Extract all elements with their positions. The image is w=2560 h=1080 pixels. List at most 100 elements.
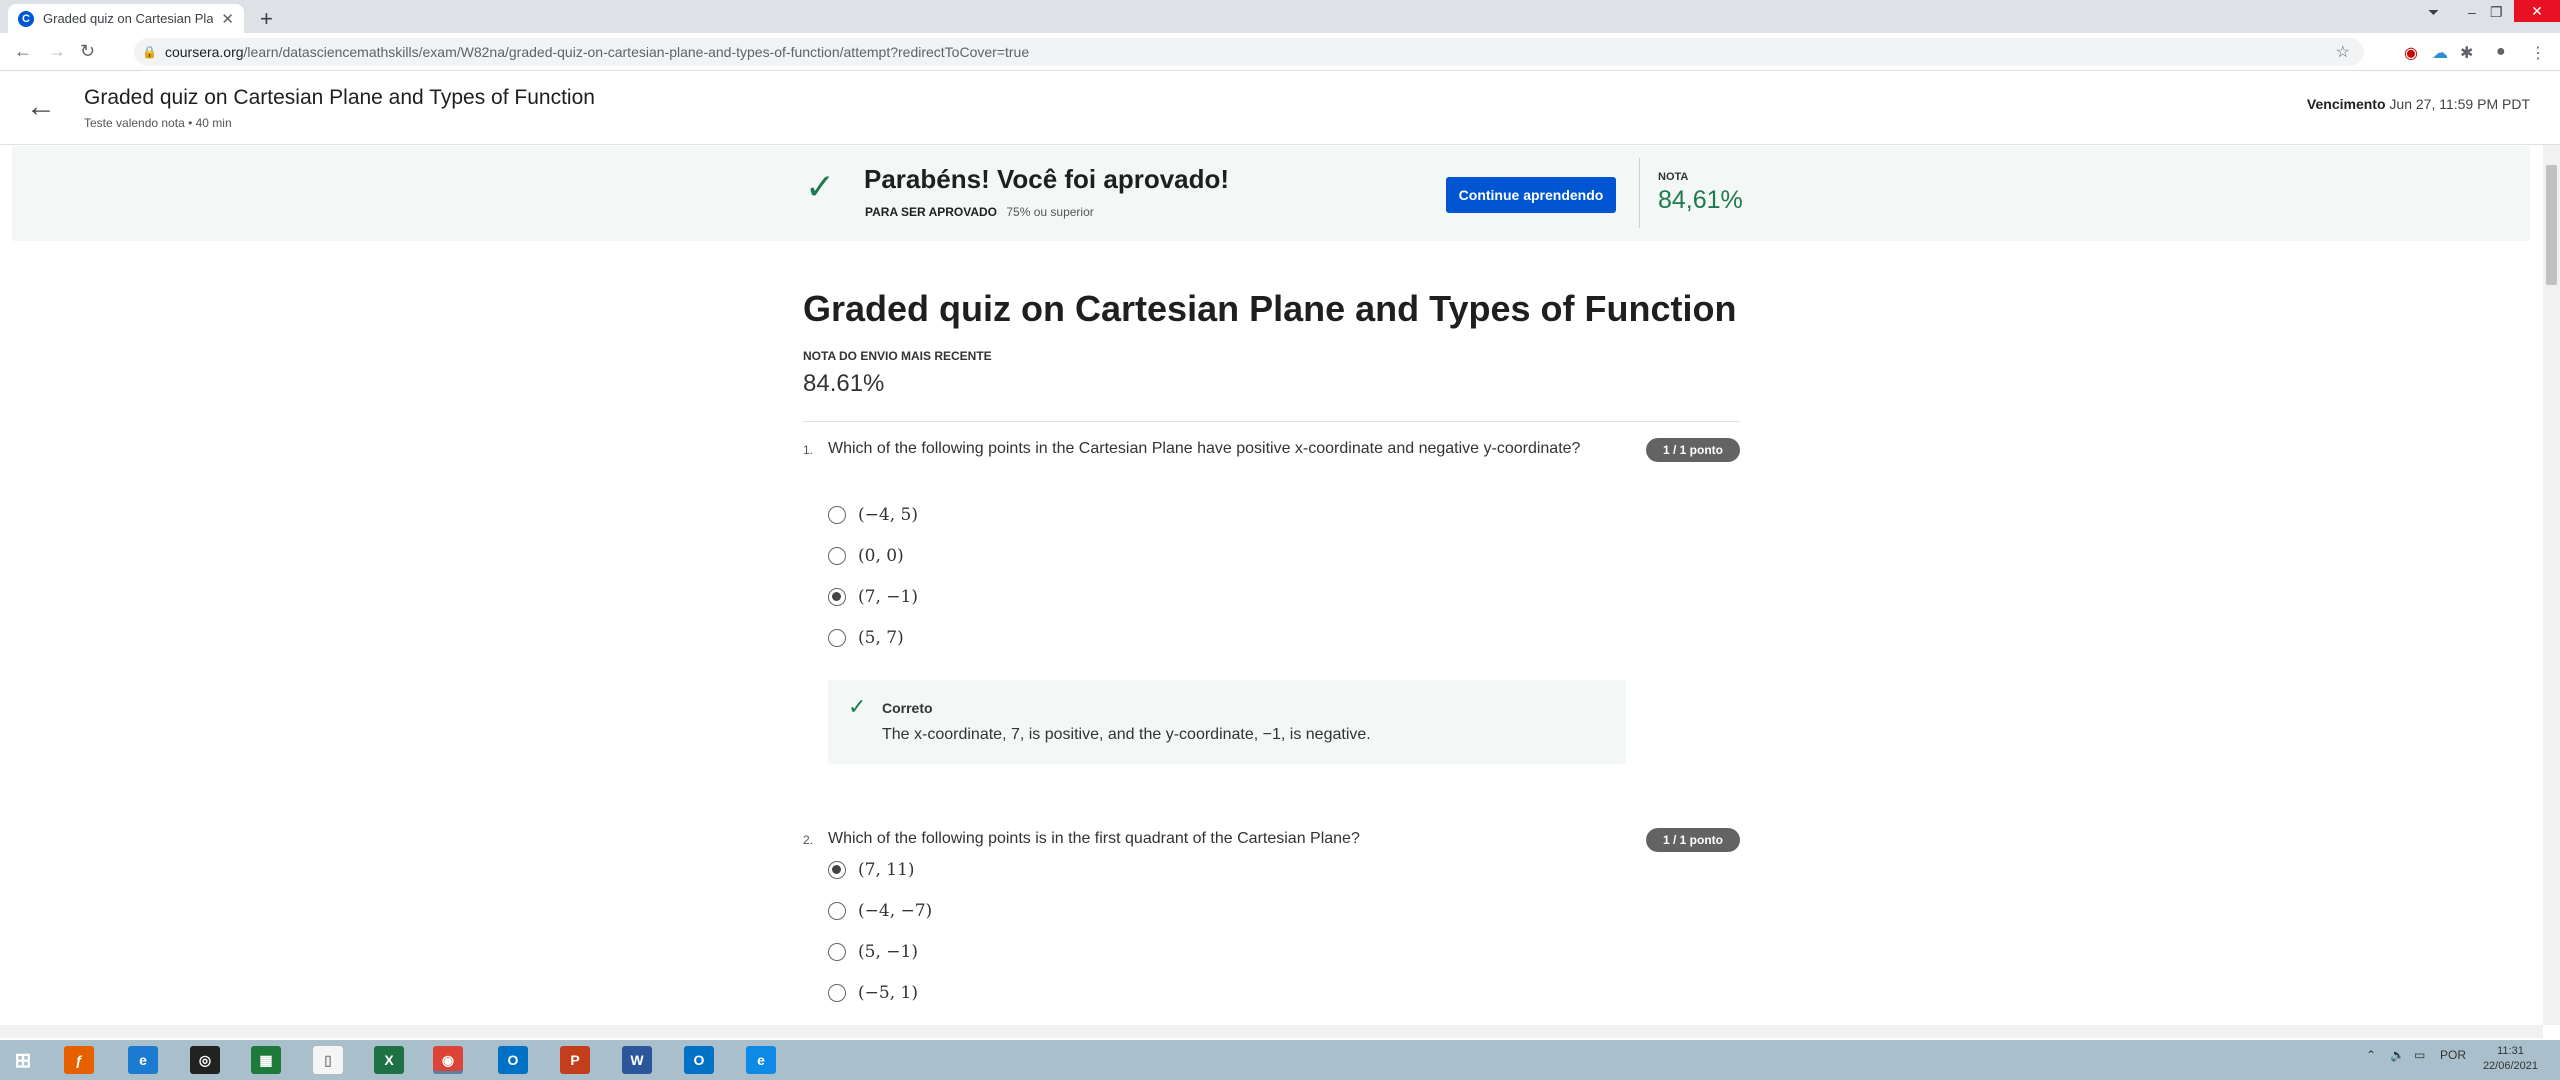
page-title: Graded quiz on Cartesian Plane and Types… bbox=[803, 288, 1737, 329]
radio-button-selected[interactable] bbox=[828, 588, 846, 606]
extension-icon[interactable]: ◉ bbox=[2404, 43, 2418, 63]
radio-button[interactable] bbox=[828, 943, 846, 961]
obs-icon[interactable]: ◎ bbox=[190, 1046, 220, 1074]
continue-learning-button[interactable]: Continue aprendendo bbox=[1446, 177, 1616, 213]
browser-tab[interactable]: C Graded quiz on Cartesian Plane and Typ… bbox=[8, 4, 244, 33]
option-4[interactable]: (−5, 1) bbox=[828, 980, 918, 1006]
question-number: 1. bbox=[803, 443, 814, 457]
option-label: (5, −1) bbox=[858, 942, 918, 962]
url-path: /learn/datasciencemathskills/exam/W82na/… bbox=[243, 44, 1030, 60]
points-badge: 1 / 1 ponto bbox=[1646, 438, 1740, 462]
outlook-icon-2[interactable]: O bbox=[684, 1046, 714, 1074]
feedback-box: ✓ Correto The x-coordinate, 7, is positi… bbox=[828, 680, 1626, 764]
tray-chevron-icon[interactable]: ⌃ bbox=[2366, 1048, 2376, 1062]
option-label: (5, 7) bbox=[858, 628, 904, 648]
chrome-icon[interactable]: ◉ bbox=[433, 1046, 463, 1074]
option-2[interactable]: (0, 0) bbox=[828, 543, 904, 569]
question-text: Which of the following points in the Car… bbox=[828, 440, 1581, 457]
recent-grade-value: 84.61% bbox=[803, 370, 885, 397]
profile-menu-icon[interactable]: ⏷ bbox=[2428, 4, 2439, 21]
close-tab-icon[interactable]: ✕ bbox=[221, 10, 234, 28]
option-1[interactable]: (−4, 5) bbox=[828, 502, 918, 528]
option-3[interactable]: (5, −1) bbox=[828, 939, 918, 965]
clock-date: 22/06/2021 bbox=[2482, 1060, 2538, 1072]
option-label: (7, −1) bbox=[858, 587, 918, 607]
edge-icon[interactable]: e bbox=[746, 1046, 776, 1074]
option-label: (−4, −7) bbox=[858, 901, 933, 921]
option-label: (−5, 1) bbox=[858, 983, 918, 1003]
file-icon[interactable]: ▯ bbox=[313, 1046, 343, 1074]
avatar[interactable]: ● bbox=[2496, 43, 2506, 61]
url-host: coursera.org bbox=[164, 44, 244, 60]
excel-icon[interactable]: X bbox=[374, 1046, 404, 1074]
bookmark-star-icon[interactable]: ☆ bbox=[2336, 42, 2350, 62]
back-icon[interactable]: ← bbox=[14, 41, 32, 62]
banner-divider bbox=[1639, 158, 1640, 228]
horizontal-scrollbar[interactable] bbox=[0, 1025, 2543, 1038]
divider bbox=[803, 421, 1740, 422]
firefox-icon[interactable]: ƒ bbox=[64, 1046, 94, 1074]
clock-time: 11:31 bbox=[2497, 1045, 2524, 1057]
feedback-status: Correto bbox=[882, 700, 933, 716]
radio-button[interactable] bbox=[828, 984, 846, 1002]
due-label: Vencimento bbox=[2306, 96, 2386, 112]
recent-grade-label: NOTA DO ENVIO MAIS RECENTE bbox=[803, 349, 992, 363]
new-tab-icon[interactable]: + bbox=[260, 6, 273, 32]
word-icon[interactable]: W bbox=[622, 1046, 652, 1074]
pass-requirement: PARA SER APROVADO 75% ou superior bbox=[865, 205, 1094, 219]
browser-toolbar: ← → ↻ 🔒 coursera.org /learn/datasciencem… bbox=[0, 33, 2560, 71]
option-2[interactable]: (−4, −7) bbox=[828, 898, 932, 924]
pass-label: PARA SER APROVADO bbox=[865, 205, 998, 219]
feedback-explanation: The x-coordinate, 7, is positive, and th… bbox=[882, 726, 1371, 743]
radio-button[interactable] bbox=[828, 629, 846, 647]
option-label: (7, 11) bbox=[858, 860, 915, 880]
back-arrow-icon[interactable]: ← bbox=[26, 90, 56, 124]
close-window-icon[interactable]: ✕ bbox=[2514, 0, 2560, 22]
grade-label: NOTA bbox=[1658, 171, 1689, 183]
check-icon: ✓ bbox=[805, 166, 836, 207]
reload-icon[interactable]: ↻ bbox=[80, 41, 95, 62]
radio-button[interactable] bbox=[828, 506, 846, 524]
forward-icon[interactable]: → bbox=[48, 41, 66, 62]
pass-message: Parabéns! Você foi aprovado! bbox=[864, 164, 1230, 194]
header-title: Graded quiz on Cartesian Plane and Types… bbox=[84, 86, 595, 109]
pass-value: 75% ou superior bbox=[1006, 205, 1094, 219]
pass-banner: ✓ Parabéns! Você foi aprovado! PARA SER … bbox=[12, 146, 2530, 241]
grade-value: 84,61% bbox=[1658, 186, 1743, 214]
chrome-menu-icon[interactable]: ⋮ bbox=[2530, 43, 2546, 63]
volume-icon[interactable]: 🔈 bbox=[2390, 1048, 2405, 1062]
system-clock[interactable]: 11:31 22/06/2021 bbox=[2483, 1044, 2538, 1074]
sheets-icon[interactable]: ▦ bbox=[251, 1046, 281, 1074]
network-icon[interactable]: ▭ bbox=[2414, 1048, 2425, 1062]
option-4[interactable]: (5, 7) bbox=[828, 625, 904, 651]
windows-start-icon[interactable]: ⊞ bbox=[8, 1046, 38, 1074]
internet-explorer-icon[interactable]: e bbox=[128, 1046, 158, 1074]
quiz-header: ← Graded quiz on Cartesian Plane and Typ… bbox=[0, 72, 2560, 145]
scrollbar-thumb[interactable] bbox=[2546, 165, 2557, 285]
due-value: Jun 27, 11:59 PM PDT bbox=[2389, 96, 2530, 112]
radio-button-selected[interactable] bbox=[828, 861, 846, 879]
restore-icon[interactable]: ❐ bbox=[2490, 4, 2503, 21]
due-date: Vencimento Jun 27, 11:59 PM PDT bbox=[2307, 96, 2530, 112]
puzzle-extensions-icon[interactable]: ✱ bbox=[2460, 43, 2473, 63]
radio-button[interactable] bbox=[828, 547, 846, 565]
quiz-content: Graded quiz on Cartesian Plane and Types… bbox=[803, 288, 1740, 1003]
outlook-icon[interactable]: O bbox=[498, 1046, 528, 1074]
points-badge: 1 / 1 ponto bbox=[1646, 828, 1740, 852]
option-label: (−4, 5) bbox=[858, 505, 918, 525]
windows-taskbar: ⊞ ƒ e ◎ ▦ ▯ X ◉ O P W O e ⌃ 🔈 ▭ POR 11:3… bbox=[0, 1040, 2560, 1080]
language-indicator[interactable]: POR bbox=[2440, 1048, 2466, 1062]
address-bar[interactable]: 🔒 coursera.org /learn/datasciencemathski… bbox=[134, 38, 2364, 66]
browser-tab-strip: C Graded quiz on Cartesian Plane and Typ… bbox=[0, 0, 2560, 33]
option-1[interactable]: (7, 11) bbox=[828, 857, 915, 883]
tab-title: Graded quiz on Cartesian Plane and Types… bbox=[43, 11, 214, 26]
minimize-icon[interactable]: – bbox=[2468, 4, 2476, 20]
coursera-favicon-icon: C bbox=[18, 10, 34, 27]
radio-button[interactable] bbox=[828, 902, 846, 920]
option-3[interactable]: (7, −1) bbox=[828, 584, 918, 610]
vertical-scrollbar[interactable] bbox=[2543, 145, 2560, 1025]
check-icon: ✓ bbox=[848, 694, 867, 719]
question-number: 2. bbox=[803, 833, 814, 847]
powerpoint-icon[interactable]: P bbox=[560, 1046, 590, 1074]
cloud-extension-icon[interactable]: ☁ bbox=[2432, 43, 2448, 63]
